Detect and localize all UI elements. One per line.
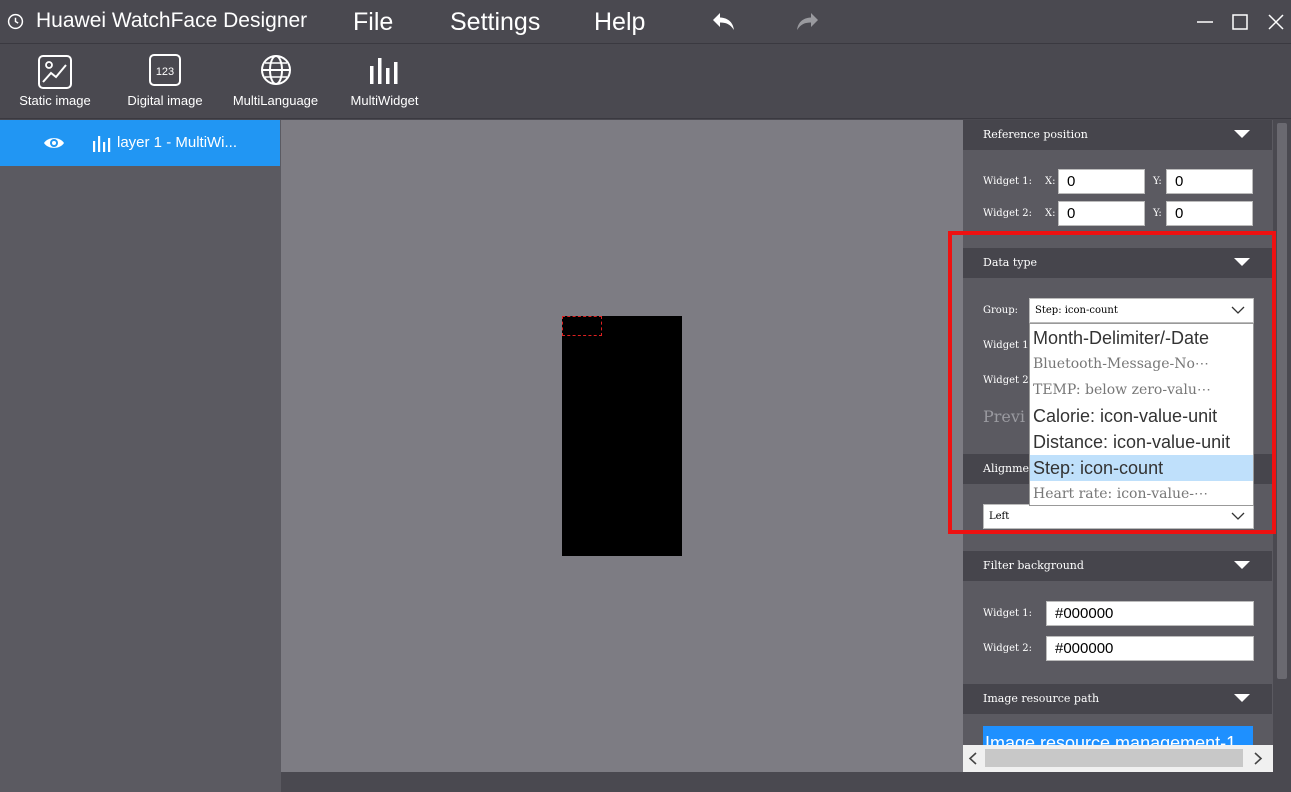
- filter-widget2-color-input[interactable]: #000000: [1046, 636, 1254, 661]
- scrollbar-thumb[interactable]: [1277, 123, 1287, 679]
- globe-icon: [261, 55, 291, 85]
- canvas-bottom-bar: [281, 772, 963, 792]
- digital-icon-text: 123: [156, 66, 174, 78]
- static-image-button[interactable]: Static image: [10, 45, 100, 119]
- collapse-triangle-icon: [1234, 694, 1250, 702]
- scroll-left-icon[interactable]: [968, 752, 978, 765]
- multi-widget-label: MultiWidget: [350, 93, 419, 108]
- static-image-label: Static image: [19, 93, 91, 108]
- watchface-preview[interactable]: [562, 316, 682, 556]
- ref-widget1-y-input[interactable]: 0: [1166, 169, 1253, 194]
- redo-icon[interactable]: [793, 9, 821, 35]
- multi-widget-button[interactable]: MultiWidget: [342, 45, 427, 119]
- undo-icon[interactable]: [710, 9, 738, 35]
- layer-item[interactable]: layer 1 - MultiWi...: [0, 120, 280, 166]
- collapse-triangle-icon: [1234, 561, 1250, 569]
- reference-position-title: Reference position: [983, 128, 1088, 141]
- digital-image-label: Digital image: [127, 93, 203, 108]
- multi-language-button[interactable]: MultiLanguage: [228, 45, 323, 119]
- ref-widget2-label: Widget 2:: [983, 208, 1032, 219]
- eye-icon[interactable]: [43, 135, 65, 151]
- design-canvas[interactable]: [281, 120, 963, 772]
- ref-w2-x-label: X:: [1045, 208, 1056, 219]
- properties-horizontal-scrollbar[interactable]: [963, 745, 1273, 772]
- image-resource-title: Image resource path: [983, 692, 1100, 705]
- ref-widget1-x-input[interactable]: 0: [1058, 169, 1145, 194]
- multiwidget-layer-icon: [93, 136, 111, 152]
- ref-widget1-label: Widget 1:: [983, 176, 1032, 187]
- layers-panel: layer 1 - MultiWi...: [0, 120, 281, 792]
- ref-w1-y-label: Y:: [1153, 176, 1162, 187]
- menu-settings[interactable]: Settings: [450, 8, 540, 37]
- reference-position-header[interactable]: Reference position: [963, 120, 1272, 150]
- scroll-right-icon[interactable]: [1253, 752, 1263, 765]
- static-image-icon: [38, 55, 72, 89]
- filter-background-title: Filter background: [983, 559, 1084, 572]
- filter-background-header[interactable]: Filter background: [963, 551, 1272, 581]
- menu-help[interactable]: Help: [594, 8, 645, 37]
- maximize-icon[interactable]: [1228, 10, 1252, 34]
- collapse-triangle-icon: [1234, 130, 1250, 138]
- highlight-annotation-box: [948, 231, 1276, 534]
- scrollbar-thumb[interactable]: [985, 749, 1243, 767]
- app-title: Huawei WatchFace Designer: [36, 9, 308, 32]
- filter-widget1-label: Widget 1:: [983, 608, 1032, 619]
- bar-chart-icon: [370, 58, 398, 84]
- ref-widget2-x-input[interactable]: 0: [1058, 201, 1145, 226]
- widget-selection-box[interactable]: [562, 316, 602, 336]
- app-clock-icon: [7, 13, 24, 30]
- toolbar: Static image 123 Digital image MultiLang…: [0, 45, 1291, 119]
- close-icon[interactable]: [1264, 10, 1288, 34]
- digital-image-icon: 123: [149, 54, 181, 86]
- minimize-icon[interactable]: [1193, 10, 1217, 34]
- layer-label: layer 1 - MultiWi...: [117, 134, 238, 151]
- digital-image-button[interactable]: 123 Digital image: [120, 45, 210, 119]
- image-resource-header[interactable]: Image resource path: [963, 684, 1272, 714]
- multi-language-label: MultiLanguage: [232, 93, 319, 108]
- title-bar: Huawei WatchFace Designer File Settings …: [0, 0, 1291, 44]
- ref-w1-x-label: X:: [1045, 176, 1056, 187]
- filter-widget1-color-input[interactable]: #000000: [1046, 601, 1254, 626]
- filter-widget2-label: Widget 2:: [983, 643, 1032, 654]
- ref-widget2-y-input[interactable]: 0: [1166, 201, 1253, 226]
- ref-w2-y-label: Y:: [1153, 208, 1162, 219]
- image-resource-management-button[interactable]: Image resource management-1: [983, 726, 1253, 745]
- menu-file[interactable]: File: [353, 8, 393, 37]
